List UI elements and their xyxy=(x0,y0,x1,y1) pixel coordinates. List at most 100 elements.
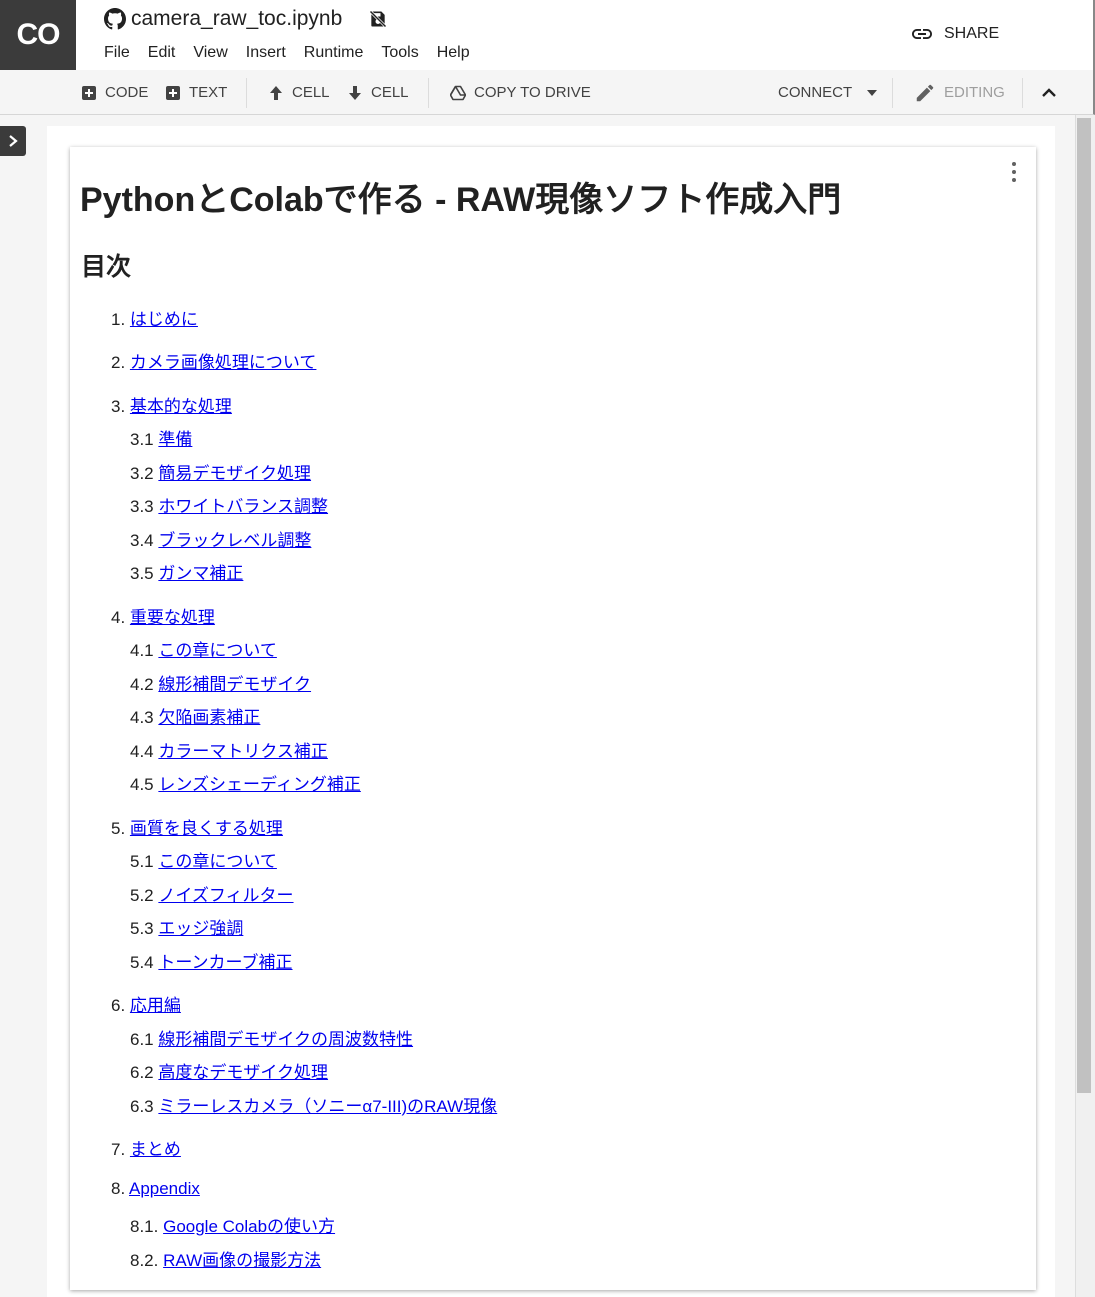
colab-logo[interactable]: CO xyxy=(0,0,76,70)
toc-link[interactable]: RAW画像の撮影方法 xyxy=(163,1251,321,1270)
toc-link[interactable]: レンズシェーディング補正 xyxy=(158,775,360,794)
toc-item-number: 5.1 xyxy=(130,852,154,871)
plus-box-icon xyxy=(82,85,96,100)
collapse-header-button[interactable] xyxy=(1041,70,1057,115)
toc-item: 5.2 ノイズフィルター xyxy=(130,881,294,906)
pencil-icon xyxy=(916,84,934,101)
toc-link[interactable]: 重要な処理 xyxy=(130,608,215,627)
toc-link[interactable]: 準備 xyxy=(158,430,192,449)
toc-item: 3. 基本的な処理 xyxy=(111,392,232,417)
toc-item-number: 4.3 xyxy=(130,708,154,727)
toc-link[interactable]: まとめ xyxy=(130,1140,181,1159)
toc-item-number: 7. xyxy=(111,1140,126,1159)
toc-link[interactable]: 欠陥画素補正 xyxy=(158,708,260,727)
title-row: camera_raw_toc.ipynb xyxy=(104,6,388,32)
menu-view[interactable]: View xyxy=(193,44,227,62)
toc-link[interactable]: ブラックレベル調整 xyxy=(158,531,311,550)
toc-link[interactable]: 線形補間デモザイクの周波数特性 xyxy=(158,1030,413,1049)
toc-link[interactable]: ノイズフィルター xyxy=(158,886,293,905)
toc-link[interactable]: 基本的な処理 xyxy=(130,397,232,416)
toc-item: 8.2. RAW画像の撮影方法 xyxy=(130,1246,321,1271)
menu-help[interactable]: Help xyxy=(437,44,470,62)
move-cell-up-button[interactable]: CELL xyxy=(268,70,330,115)
menu-edit[interactable]: Edit xyxy=(148,44,176,62)
plus-box-icon xyxy=(166,85,180,100)
no-save-icon[interactable] xyxy=(368,9,388,29)
toc-link[interactable]: この章について xyxy=(158,641,277,660)
cell-more-menu-icon[interactable] xyxy=(1005,160,1023,184)
toc-link[interactable]: Appendix xyxy=(129,1179,200,1198)
toc-item-number: 8.2. xyxy=(130,1251,159,1270)
move-cell-down-button[interactable]: CELL xyxy=(347,70,409,115)
toc-item-number: 6.1 xyxy=(130,1030,154,1049)
toc-item-number: 6.2 xyxy=(130,1063,154,1082)
connect-button[interactable]: CONNECT xyxy=(778,70,878,115)
chevron-right-icon xyxy=(9,135,18,147)
caret-down-icon xyxy=(867,89,878,96)
toc-item: 3.4 ブラックレベル調整 xyxy=(130,526,311,551)
toc-link[interactable]: エッジ強調 xyxy=(158,919,243,938)
scrollbar-thumb[interactable] xyxy=(1077,118,1091,1093)
toc-item-number: 3.1 xyxy=(130,430,154,449)
toc-item-number: 4.4 xyxy=(130,742,154,761)
toc-link[interactable]: Google Colabの使い方 xyxy=(163,1217,335,1236)
chevron-up-icon xyxy=(1042,87,1056,97)
toolbar-divider xyxy=(892,78,893,108)
editing-mode-button[interactable]: EDITING xyxy=(914,70,1005,115)
copy-to-drive-button[interactable]: COPY TO DRIVE xyxy=(450,70,591,115)
toc-link[interactable]: ガンマ補正 xyxy=(158,564,243,583)
arrow-down-icon xyxy=(349,85,361,100)
toc-item-number: 3.2 xyxy=(130,464,154,483)
toc-item: 6. 応用編 xyxy=(111,991,181,1016)
add-code-label: CODE xyxy=(105,84,149,101)
menu-runtime[interactable]: Runtime xyxy=(304,44,364,62)
toc-link[interactable]: 応用編 xyxy=(130,996,181,1015)
toc-item: 2. カメラ画像処理について xyxy=(111,348,316,373)
notebook-title: PythonとColabで作る - RAW現像ソフト作成入門 xyxy=(80,181,842,219)
sidebar-toggle[interactable] xyxy=(0,126,26,156)
toc-item-number: 3.5 xyxy=(130,564,154,583)
left-rail xyxy=(0,115,47,1297)
toc-item-number: 1. xyxy=(111,310,126,329)
toc-item: 6.3 ミラーレスカメラ（ソニーα7-III)のRAW現像 xyxy=(130,1092,497,1117)
menu-bar: File Edit View Insert Runtime Tools Help xyxy=(104,44,488,62)
toc-item-number: 6.3 xyxy=(130,1097,154,1116)
toc-item: 1. はじめに xyxy=(111,305,198,330)
toc-item: 4.4 カラーマトリクス補正 xyxy=(130,737,328,762)
menu-tools[interactable]: Tools xyxy=(381,44,418,62)
drive-icon xyxy=(450,85,466,100)
toc-link[interactable]: この章について xyxy=(158,852,277,871)
toc-link[interactable]: はじめに xyxy=(130,310,198,329)
toc-link[interactable]: トーンカーブ補正 xyxy=(158,953,292,972)
menu-insert[interactable]: Insert xyxy=(246,44,286,62)
toc-link[interactable]: 画質を良くする処理 xyxy=(130,819,283,838)
toc-item-number: 8.1. xyxy=(130,1217,159,1236)
toc-item-number: 5.4 xyxy=(130,953,154,972)
toc-link[interactable]: ホワイトバランス調整 xyxy=(158,497,328,516)
toc-link[interactable]: 簡易デモザイク処理 xyxy=(158,464,311,483)
toc-item: 5.3 エッジ強調 xyxy=(130,914,243,939)
toc-item-number: 3.3 xyxy=(130,497,154,516)
move-cell-up-label: CELL xyxy=(292,84,330,101)
toc-link[interactable]: カメラ画像処理について xyxy=(130,353,317,372)
toc-item-number: 3.4 xyxy=(130,531,154,550)
add-code-button[interactable]: CODE xyxy=(81,70,148,115)
arrow-up-icon xyxy=(270,85,282,100)
toc-item-number: 4. xyxy=(111,608,126,627)
toc-item: 4.5 レンズシェーディング補正 xyxy=(130,770,361,795)
toc-link[interactable]: カラーマトリクス補正 xyxy=(158,742,328,761)
notebook-filename[interactable]: camera_raw_toc.ipynb xyxy=(131,7,342,31)
toc-link[interactable]: 線形補間デモザイク xyxy=(158,675,311,694)
toc-item: 5. 画質を良くする処理 xyxy=(111,814,283,839)
share-button[interactable]: SHARE xyxy=(910,22,999,46)
toc-item-number: 5. xyxy=(111,819,126,838)
add-text-button[interactable]: TEXT xyxy=(165,70,227,115)
connect-label: CONNECT xyxy=(778,84,853,101)
share-label: SHARE xyxy=(944,25,1000,42)
toc-item: 3.1 準備 xyxy=(130,425,192,450)
menu-file[interactable]: File xyxy=(104,44,130,62)
toc-heading: 目次 xyxy=(81,253,132,281)
toc-link[interactable]: ミラーレスカメラ（ソニーα7-III)のRAW現像 xyxy=(158,1097,497,1116)
toc-link[interactable]: 高度なデモザイク処理 xyxy=(158,1063,328,1082)
notebook-toolbar: CODE TEXT CELL CELL COPY TO DRIVE CONNEC… xyxy=(0,70,1095,115)
